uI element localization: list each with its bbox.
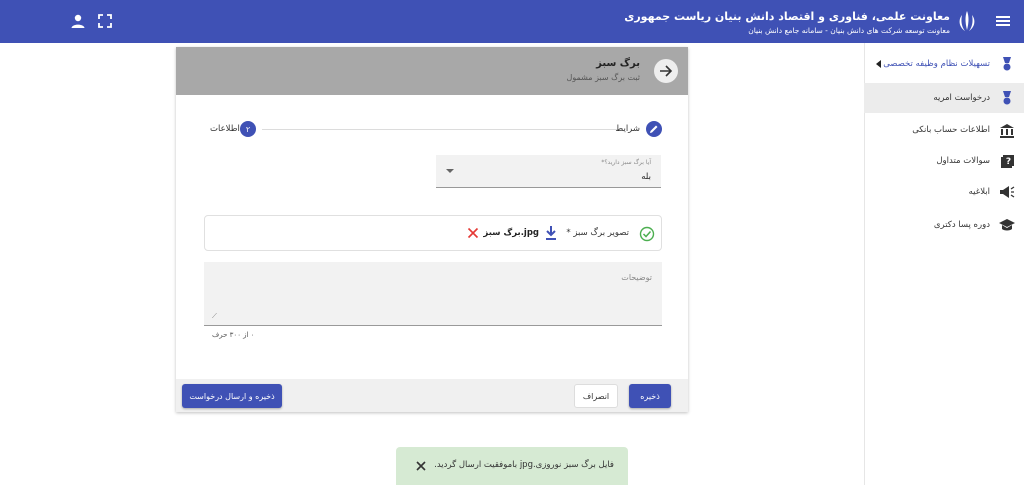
back-button[interactable] (654, 59, 678, 83)
step-2-indicator[interactable]: ۲ (240, 121, 256, 137)
sidebar-item-faq[interactable]: سوالات متداول ? (864, 146, 1024, 176)
download-icon[interactable] (544, 225, 558, 241)
delete-icon[interactable] (467, 227, 479, 239)
uploaded-filename: برگ سبز.jpg (483, 228, 539, 238)
medal-icon (990, 56, 1024, 72)
pencil-icon (650, 125, 658, 133)
close-icon[interactable] (416, 461, 426, 471)
step-1-label: شرایط (615, 124, 640, 134)
description-textarea[interactable]: توضیحات ⟋ (204, 262, 662, 326)
card-footer: ذخیره انصراف ذخیره و ارسال درخواست (176, 379, 688, 412)
select-value: بله (641, 172, 651, 182)
page-subtitle: ثبت برگ سبز مشمول (566, 73, 640, 82)
page-title: برگ سبز (596, 58, 640, 69)
select-label: آیا برگ سبز دارید؟* (601, 159, 651, 166)
brand-subtitle: معاونت توسعه شرکت های دانش بنیان - سامان… (748, 26, 950, 35)
upload-box: تصویر برگ سبز * برگ سبز.jpg (204, 215, 662, 251)
caret-left-icon (876, 60, 881, 68)
sidebar-item-bank-account[interactable]: اطلاعات حساب بانکی (864, 115, 1024, 145)
success-toast: فایل برگ سبز نوروزی.jpg باموفقیت ارسال گ… (396, 447, 628, 485)
step-2-label: اطلاعات (210, 124, 240, 134)
sidebar-item-label: سوالات متداول (936, 156, 990, 166)
brand-block: معاونت علمی، فناوری و اقتصاد دانش بنیان … (624, 10, 950, 35)
graduation-cap-icon (990, 218, 1024, 232)
fullscreen-icon[interactable] (98, 14, 112, 28)
top-app-bar: معاونت علمی، فناوری و اقتصاد دانش بنیان … (0, 0, 1024, 43)
sidebar-item-label: اطلاعات حساب بانکی (912, 125, 990, 135)
resize-handle-icon[interactable]: ⟋ (212, 312, 217, 321)
save-and-submit-button[interactable]: ذخیره و ارسال درخواست (182, 384, 282, 408)
sidebar: تسهیلات نظام وظیفه تخصصی درخواست امریه ا… (864, 43, 1024, 485)
sidebar-item-label: دوره پسا دکتری (933, 220, 990, 230)
stepper-connector (262, 129, 622, 130)
check-circle-icon (639, 226, 655, 242)
brand-title: معاونت علمی، فناوری و اقتصاد دانش بنیان … (624, 10, 950, 23)
emblem-logo-icon (959, 11, 975, 31)
menu-icon[interactable] (994, 12, 1012, 30)
green-card-select[interactable]: آیا برگ سبز دارید؟* بله (436, 155, 661, 188)
megaphone-icon (990, 185, 1024, 199)
character-counter: ۰ از ۳۰۰ حرف (212, 331, 255, 339)
question-icon: ? (990, 154, 1024, 169)
toast-message: فایل برگ سبز نوروزی.jpg باموفقیت ارسال گ… (434, 460, 614, 470)
bank-icon (990, 123, 1024, 138)
user-icon[interactable] (70, 13, 86, 29)
save-button[interactable]: ذخیره (629, 384, 671, 408)
sidebar-item-notification[interactable]: ابلاغیه (864, 177, 1024, 207)
step-1-indicator[interactable] (646, 121, 662, 137)
upload-label: تصویر برگ سبز * (566, 228, 629, 238)
card-header: برگ سبز ثبت برگ سبز مشمول (176, 47, 688, 95)
description-label: توضیحات (621, 273, 652, 282)
form-card: برگ سبز ثبت برگ سبز مشمول شرایط ۲ اطلاعا… (176, 47, 688, 412)
sidebar-item-postdoc[interactable]: دوره پسا دکتری (864, 210, 1024, 240)
cancel-button[interactable]: انصراف (574, 384, 618, 408)
arrow-right-icon (660, 65, 673, 77)
sidebar-item-label: ابلاغیه (968, 187, 990, 197)
sidebar-item-label: درخواست امریه (933, 93, 990, 103)
medal-icon (990, 90, 1024, 106)
sidebar-group-military-service[interactable]: تسهیلات نظام وظیفه تخصصی (864, 49, 1024, 79)
dropdown-arrow-icon (446, 169, 454, 173)
sidebar-group-label: تسهیلات نظام وظیفه تخصصی (883, 59, 990, 69)
svg-text:?: ? (1005, 157, 1010, 167)
sidebar-item-amriyeh-request[interactable]: درخواست امریه (864, 83, 1024, 113)
